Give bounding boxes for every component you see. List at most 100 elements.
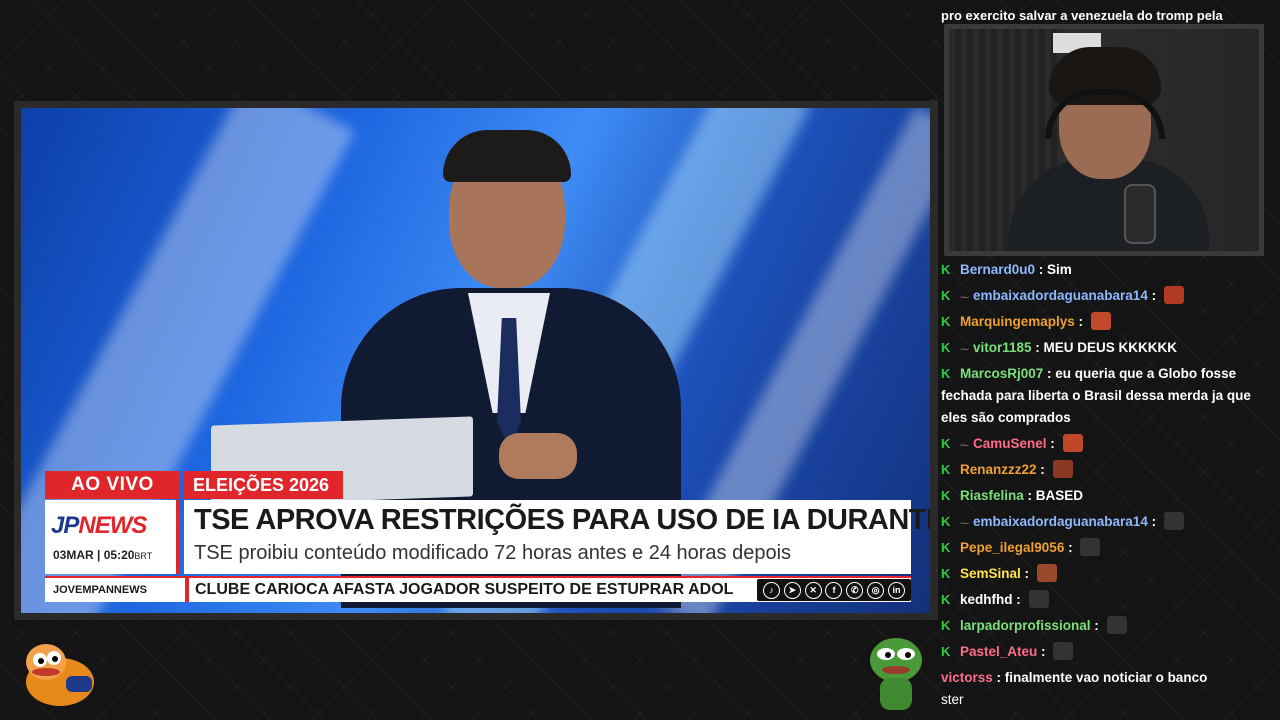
- social-icons: ♪ ➤ ✕ f ✆ ◎ in: [757, 579, 911, 601]
- anchor-hair: [443, 130, 571, 182]
- chat-separator: :: [1023, 488, 1036, 503]
- chat-text: BASED: [1035, 488, 1084, 503]
- x-icon: ✕: [804, 581, 822, 599]
- chat-separator: :: [1043, 366, 1056, 381]
- telegram-icon: ➤: [783, 581, 801, 599]
- chat-separator: :: [1074, 314, 1087, 329]
- kick-badge-icon: K: [941, 340, 951, 355]
- emote-icon: [1163, 512, 1184, 530]
- chat-message: K ⁓ vitor1185 : MEU DEUS KKKKKK: [941, 337, 1271, 360]
- kick-badge-icon: K: [941, 436, 951, 451]
- emote-icon: [1080, 538, 1101, 556]
- chat-username[interactable]: Pastel_Ateu: [960, 644, 1037, 659]
- chat-username[interactable]: Marquingemaplys: [960, 314, 1075, 329]
- kick-badge-icon: K: [941, 540, 951, 555]
- chat-text: finalmente vao noticiar o banco: [1004, 670, 1208, 685]
- chat-username[interactable]: MarcosRj007: [960, 366, 1043, 381]
- kick-badge-icon: K: [941, 644, 951, 659]
- chat-panel: pro exercito salvar a venezuela do tromp…: [938, 0, 1280, 720]
- logo-jp: JP: [51, 512, 79, 539]
- kick-badge-icon: K: [941, 288, 951, 303]
- chat-message: K ⁓ embaixadordaguanabara14 :: [941, 511, 1271, 534]
- subscriber-badge-icon: ⁓: [960, 292, 969, 302]
- kick-badge-icon: K: [941, 592, 951, 607]
- chat-username[interactable]: vitor1185: [973, 340, 1032, 355]
- linkedin-icon: in: [887, 581, 905, 599]
- chat-username[interactable]: SemSinal: [960, 566, 1021, 581]
- kick-badge-icon: K: [941, 314, 951, 329]
- chat-separator: :: [1036, 462, 1049, 477]
- jpnews-logo: JPNEWS: [51, 512, 147, 540]
- chat-message: K Pepe_ilegal9056 :: [941, 537, 1271, 559]
- chat-separator: :: [1031, 340, 1044, 355]
- emote-icon: [1163, 286, 1184, 304]
- emote-icon: [1062, 434, 1083, 452]
- subscriber-badge-icon: ⁓: [960, 440, 969, 450]
- chat-username[interactable]: Pepe_ilegal9056: [960, 540, 1064, 555]
- chat-message: Klarpadorprofissional :: [941, 615, 1271, 637]
- chat-message: K Renanzzz22 :: [941, 459, 1271, 481]
- site-name: JOVEMPANNEWS: [45, 578, 180, 602]
- anchor-hands: [499, 433, 577, 479]
- chat-message-continued: ster: [941, 692, 964, 707]
- live-badge: AO VIVO: [45, 471, 180, 499]
- chat-text: Sim: [1047, 262, 1072, 277]
- time: 05:20: [103, 548, 135, 562]
- chat-username[interactable]: kedhfhd: [960, 592, 1013, 607]
- kick-badge-icon: K: [941, 262, 951, 277]
- chat-message: K ⁓ CamuSenel :: [941, 433, 1271, 456]
- chat-message: K Bernard0u0 : Sim: [941, 259, 1271, 281]
- kick-badge-icon: K: [941, 514, 951, 529]
- emote-icon: [1053, 642, 1074, 660]
- news-scene: AO VIVO ELEIÇÕES 2026 JPNEWS 03MAR | 05:…: [21, 108, 931, 613]
- video-frame-edge: [930, 100, 938, 620]
- facebook-icon: f: [825, 581, 843, 599]
- chat-username[interactable]: embaixadordaguanabara14: [973, 288, 1148, 303]
- chat-message: K ⁓ embaixadordaguanabara14 :: [941, 285, 1271, 308]
- chat-message-partial: pro exercito salvar a venezuela do tromp…: [941, 8, 1223, 23]
- chat-username[interactable]: larpadorprofissional: [960, 618, 1091, 633]
- chat-separator: :: [1037, 644, 1050, 659]
- emote-icon: [1036, 564, 1057, 582]
- pepe-frog-icon: [870, 638, 922, 710]
- whatsapp-icon: ✆: [846, 581, 864, 599]
- kick-badge-icon: K: [941, 618, 951, 633]
- news-video-player[interactable]: AO VIVO ELEIÇÕES 2026 JPNEWS 03MAR | 05:…: [14, 101, 938, 620]
- chat-message: K MarcosRj007 : eu queria que a Globo fos…: [941, 363, 1271, 429]
- chat-username[interactable]: victorss: [941, 670, 993, 685]
- chat-message: K SemSinal :: [941, 563, 1271, 585]
- chat-separator: :: [1020, 566, 1033, 581]
- subscriber-badge-icon: ⁓: [960, 518, 969, 528]
- chat-separator: :: [1147, 288, 1160, 303]
- category-badge: ELEIÇÕES 2026: [183, 471, 343, 499]
- news-ticker: JOVEMPANNEWS CLUBE CARIOCA AFASTA JOGADO…: [45, 576, 911, 602]
- subscriber-badge-icon: ⁓: [960, 344, 969, 354]
- chat-separator: :: [1035, 262, 1048, 277]
- chat-separator: :: [1064, 540, 1077, 555]
- kick-badge-icon: K: [941, 366, 951, 381]
- chat-separator: :: [1147, 514, 1160, 529]
- chat-separator: :: [1090, 618, 1103, 633]
- chat-username[interactable]: Riasfelina: [960, 488, 1024, 503]
- kick-badge-icon: K: [941, 488, 951, 503]
- chat-username[interactable]: embaixadordaguanabara14: [973, 514, 1148, 529]
- ticker-text: CLUBE CARIOCA AFASTA JOGADOR SUSPEITO DE…: [185, 578, 750, 602]
- subheadline: TSE proibiu conteúdo modificado 72 horas…: [194, 542, 792, 564]
- kick-badge-icon: K: [941, 462, 951, 477]
- instagram-icon: ◎: [867, 581, 885, 599]
- logo-news: NEWS: [78, 512, 147, 539]
- chat-message: K Pastel_Ateu :: [941, 641, 1271, 663]
- headline: TSE APROVA RESTRIÇÕES PARA USO DE IA DUR…: [194, 504, 931, 536]
- chat-message: victorss : finalmente vao noticiar o ban…: [941, 670, 1208, 685]
- kick-badge-icon: K: [941, 566, 951, 581]
- chat-username[interactable]: CamuSenel: [973, 436, 1047, 451]
- timezone: BRT: [134, 551, 153, 561]
- chat-username[interactable]: Bernard0u0: [960, 262, 1035, 277]
- headline-box: TSE APROVA RESTRIÇÕES PARA USO DE IA DUR…: [184, 500, 931, 574]
- channel-logo: JPNEWS 03MAR | 05:20BRT: [45, 500, 180, 574]
- date: 03MAR: [53, 548, 94, 562]
- date-time: 03MAR | 05:20BRT: [53, 548, 153, 562]
- chat-username[interactable]: Renanzzz22: [960, 462, 1037, 477]
- chat-message: K Riasfelina : BASED: [941, 485, 1271, 507]
- chat-separator: :: [1012, 592, 1025, 607]
